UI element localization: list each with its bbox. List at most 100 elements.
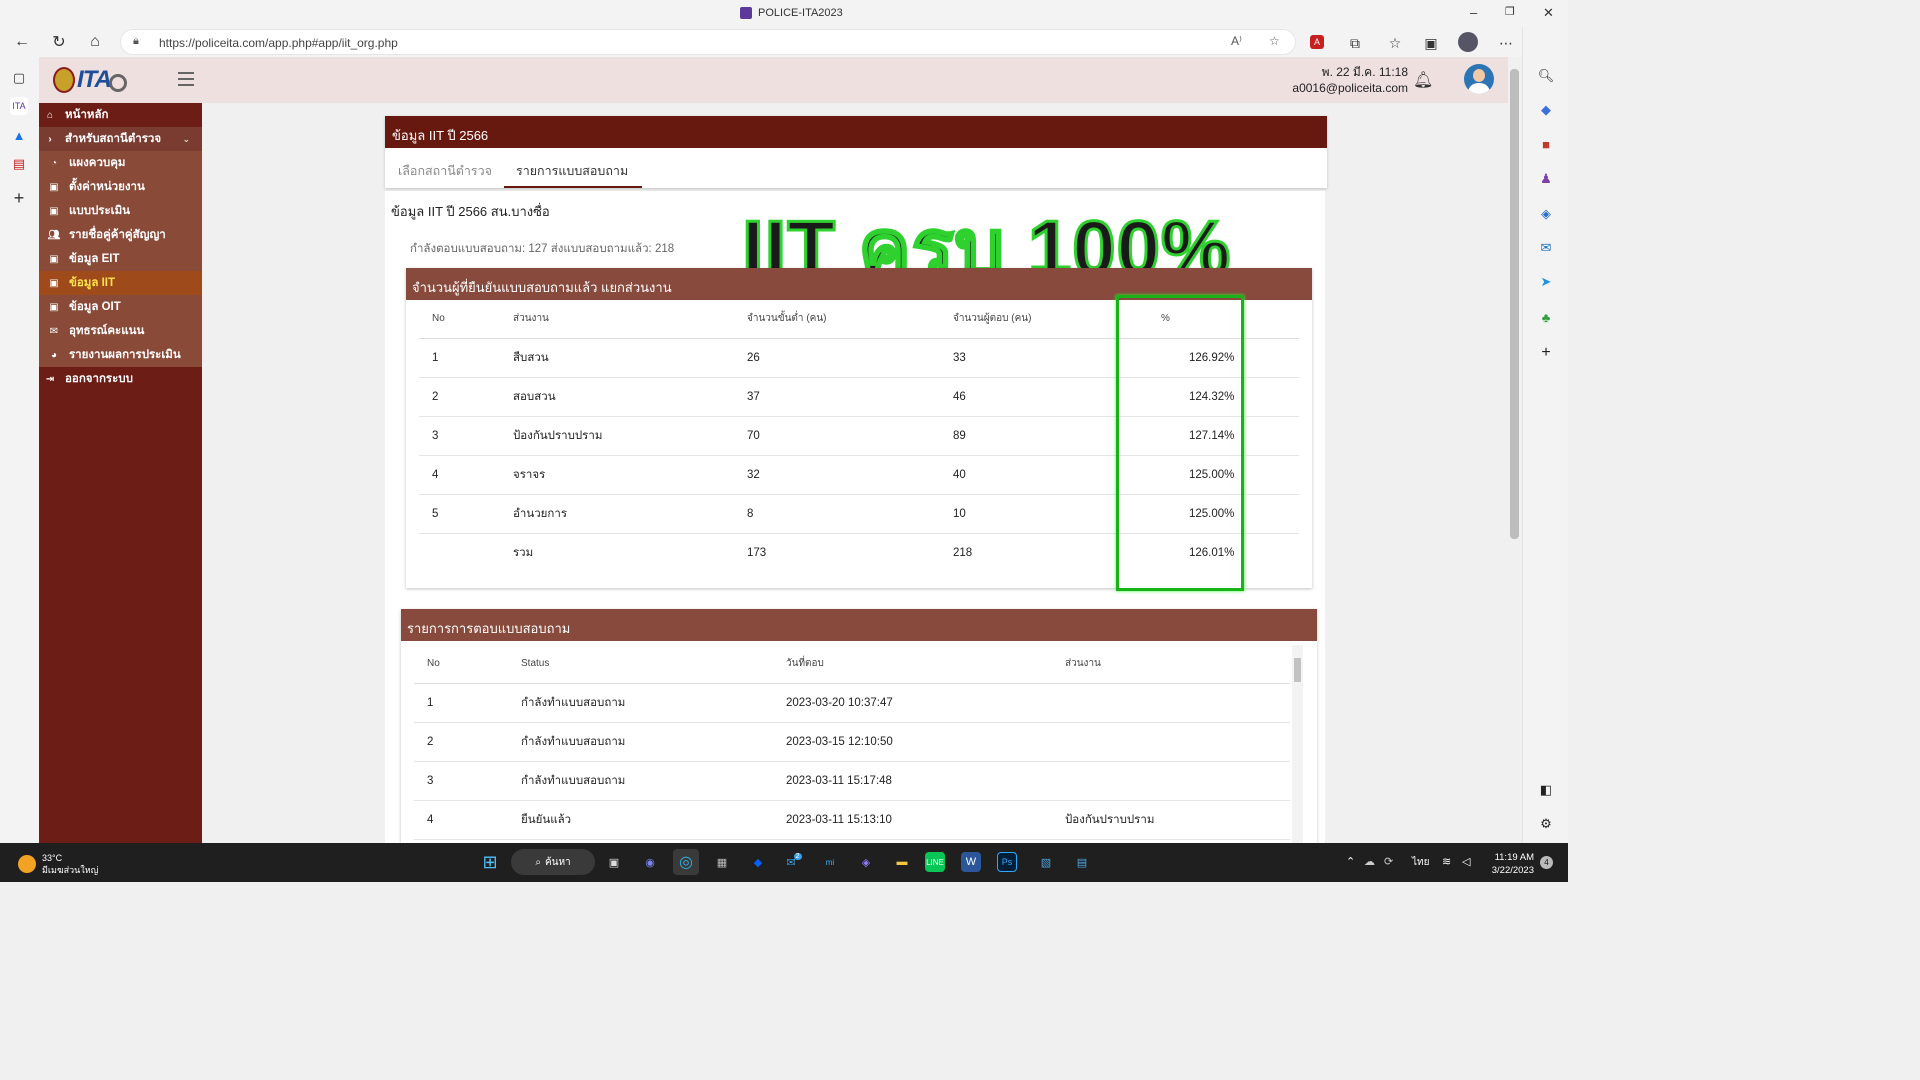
pie-chart-icon: ◕ bbox=[50, 349, 58, 361]
cell-no: 3 bbox=[414, 761, 509, 801]
extensions-icon[interactable]: ⧉ bbox=[1346, 34, 1364, 52]
menu-toggle-icon[interactable] bbox=[178, 72, 194, 86]
responses-scrollbar[interactable] bbox=[1292, 645, 1303, 869]
back-icon[interactable]: ← bbox=[12, 32, 32, 52]
tab-drive-icon[interactable]: ▲ bbox=[10, 126, 28, 144]
sidebar-item-label: ข้อมูล IIT bbox=[69, 277, 116, 289]
new-tab-icon[interactable]: + bbox=[10, 188, 28, 208]
table-row: 3 ป้องกันปราบปราม 70 89 127.14% bbox=[419, 416, 1299, 456]
tab-select-station[interactable]: เลือกสถานีตำรวจ bbox=[398, 161, 492, 181]
table-row: 1 สืบสวน 26 33 126.92% bbox=[419, 338, 1299, 378]
table-row: 2 สอบสวน 37 46 124.32% bbox=[419, 377, 1299, 417]
office-icon[interactable]: ◈ bbox=[1537, 205, 1555, 223]
cell-department: อำนวยการ bbox=[501, 494, 735, 534]
ita-logo[interactable]: ITA bbox=[53, 66, 127, 94]
table-row: 4 ยืนยันแล้ว 2023-03-11 15:13:10 ป้องกันปรา… bbox=[414, 800, 1290, 840]
tab-police-ita-icon[interactable]: ITA bbox=[10, 97, 28, 115]
cell-status: กำลังทำแบบสอบถาม bbox=[509, 722, 774, 762]
page-scrollbar[interactable] bbox=[1508, 57, 1522, 843]
sidebar-item-home[interactable]: ⌂ หน้าหลัก bbox=[39, 103, 202, 127]
collections-icon[interactable]: ▣ bbox=[1422, 34, 1440, 52]
settings-icon[interactable]: ⚙ bbox=[1537, 815, 1555, 833]
close-button[interactable]: ✕ bbox=[1543, 5, 1554, 21]
briefcase-icon: ▣ bbox=[49, 253, 59, 265]
sidebar-item-logout[interactable]: ⇥ ออกจากระบบ bbox=[39, 367, 202, 391]
sidebar-item-dashboard[interactable]: ◔ แผงควบคุม bbox=[39, 151, 202, 175]
search-icon[interactable]: 🔍︎ bbox=[1537, 67, 1555, 85]
favorite-add-icon[interactable]: ☆ bbox=[1269, 34, 1280, 48]
questionnaire-panel: ข้อมูล IIT ปี 2566 สน.บางซื่อ กำลังตอบแบ… bbox=[385, 191, 1325, 869]
language-indicator[interactable]: ไทย bbox=[1412, 855, 1429, 870]
vertical-tabs-strip: ▢ ITA ▲ ▤ + bbox=[0, 57, 39, 843]
read-aloud-icon[interactable]: A⁾ bbox=[1231, 34, 1242, 48]
sidebar-item-iit[interactable]: ▣ ข้อมูล IIT bbox=[39, 271, 202, 295]
more-icon[interactable]: ⋯ bbox=[1497, 34, 1515, 52]
cell-respondents: 40 bbox=[941, 455, 1147, 495]
sidebar-toggle-icon[interactable]: ◧ bbox=[1537, 781, 1555, 799]
system-tray: ⌃ ☁ ⟳ ไทย ≋ ◁ bbox=[0, 843, 1568, 882]
wifi-icon[interactable]: ≋ bbox=[1442, 855, 1451, 868]
summary-header-row: No ส่วนงาน จำนวนขั้นต่ำ (คน) จำนวนผู้ตอบ… bbox=[419, 300, 1299, 339]
minimize-button[interactable]: – bbox=[1470, 5, 1477, 20]
chevron-up-icon[interactable]: ⌃ bbox=[1346, 855, 1355, 868]
tab-pdf-icon[interactable]: ▤ bbox=[10, 155, 28, 173]
sidebar-item-eit[interactable]: ▣ ข้อมูล EIT bbox=[39, 247, 202, 271]
sync-icon[interactable]: ⟳ bbox=[1384, 855, 1393, 868]
cell-respondents: 33 bbox=[941, 338, 1147, 378]
games-icon[interactable]: ♟ bbox=[1537, 170, 1555, 188]
profile-icon[interactable] bbox=[1458, 32, 1478, 52]
bell-icon[interactable]: 🔔︎ bbox=[1413, 70, 1433, 90]
avatar[interactable] bbox=[1464, 64, 1494, 94]
send-icon[interactable]: ➤ bbox=[1537, 273, 1555, 291]
sidebar-item-police-station[interactable]: › สำหรับสถานีตำรวจ ⌄ bbox=[39, 127, 202, 151]
tree-icon[interactable]: ♣ bbox=[1537, 308, 1555, 326]
header-date: พ. 22 มี.ค. 11:18 bbox=[1321, 65, 1408, 79]
cell-date: 2023-03-15 12:10:50 bbox=[774, 722, 1053, 762]
responses-table: No Status วันที่ตอบ ส่วนงาน 1 กำลังทำแบบส… bbox=[414, 645, 1290, 840]
table-row: 4 จราจร 32 40 125.00% bbox=[419, 455, 1299, 495]
address-bar[interactable]: 🔒︎ https://policeita.com/app.php#app/iit… bbox=[120, 29, 1296, 55]
add-sidebar-app-icon[interactable]: + bbox=[1537, 344, 1555, 362]
cell-department bbox=[1053, 722, 1290, 762]
iit-card: ข้อมูล IIT ปี 2566 เลือกสถานีตำรวจ รายกา… bbox=[385, 116, 1327, 188]
system-clock[interactable]: 11:19 AM 3/22/2023 bbox=[1484, 851, 1534, 877]
outlook-icon[interactable]: ✉ bbox=[1537, 239, 1555, 257]
cloud-sync-icon[interactable]: ☁ bbox=[1364, 855, 1375, 868]
col-minimum: จำนวนขั้นต่ำ (คน) bbox=[735, 300, 941, 339]
pdf-icon[interactable]: A bbox=[1310, 35, 1324, 49]
sidebar-item-appeal[interactable]: ✉ อุทธรณ์คะแนน bbox=[39, 319, 202, 343]
summary-section: จำนวนผู้ที่ยืนยันแบบสอบถามแล้ว แยกส่วนงา… bbox=[406, 268, 1312, 591]
volume-icon[interactable]: ◁ bbox=[1462, 855, 1470, 868]
sidebar-item-assessment[interactable]: ▣ แบบประเมิน bbox=[39, 199, 202, 223]
sidebar: ⌂ หน้าหลัก › สำหรับสถานีตำรวจ ⌄ ◔ แผงควบ… bbox=[39, 103, 202, 843]
cell-respondents: 89 bbox=[941, 416, 1147, 456]
page-scrollbar-thumb[interactable] bbox=[1510, 69, 1519, 539]
sidebar-item-label: อุทธรณ์คะแนน bbox=[69, 325, 145, 337]
sidebar-item-org-settings[interactable]: ▣ ตั้งค่าหน่วยงาน bbox=[39, 175, 202, 199]
cell-department: จราจร bbox=[501, 455, 735, 495]
tab-actions-icon[interactable]: ▢ bbox=[10, 69, 28, 87]
tools-icon[interactable]: ■ bbox=[1537, 135, 1555, 153]
clock-time: 11:19 AM bbox=[1494, 852, 1534, 863]
site-favicon-icon bbox=[740, 7, 752, 19]
sidebar-item-report[interactable]: ◕ รายงานผลการประเมิน bbox=[39, 343, 202, 367]
sidebar-item-oit[interactable]: ▣ ข้อมูล OIT bbox=[39, 295, 202, 319]
tab-questionnaire-list[interactable]: รายการแบบสอบถาม bbox=[503, 161, 643, 188]
shopping-icon[interactable]: ◆ bbox=[1537, 101, 1555, 119]
favorites-icon[interactable]: ☆ bbox=[1386, 34, 1404, 52]
restore-button[interactable]: ❐ bbox=[1505, 5, 1515, 18]
summary-title: จำนวนผู้ที่ยืนยันแบบสอบถามแล้ว แยกส่วนงา… bbox=[406, 268, 1312, 300]
home-icon[interactable]: ⌂ bbox=[85, 32, 105, 52]
sidebar-item-label: สำหรับสถานีตำรวจ bbox=[65, 133, 162, 145]
cell-respondents: 218 bbox=[953, 546, 973, 559]
sidebar-item-partners[interactable]: 👥︎ รายชื่อคู่ค้าคู่สัญญา bbox=[39, 223, 202, 247]
cell-minimum: 37 bbox=[735, 377, 941, 417]
responses-header-row: No Status วันที่ตอบ ส่วนงาน bbox=[414, 645, 1290, 684]
refresh-icon[interactable]: ↻ bbox=[49, 32, 69, 52]
col-no: No bbox=[414, 645, 509, 684]
notification-badge[interactable]: 4 bbox=[1540, 856, 1553, 869]
home-icon: ⌂ bbox=[46, 109, 54, 121]
responses-scrollbar-thumb[interactable] bbox=[1294, 658, 1301, 682]
cell-no: 4 bbox=[419, 455, 501, 495]
tab-bar: เลือกสถานีตำรวจ รายการแบบสอบถาม bbox=[385, 148, 1327, 188]
